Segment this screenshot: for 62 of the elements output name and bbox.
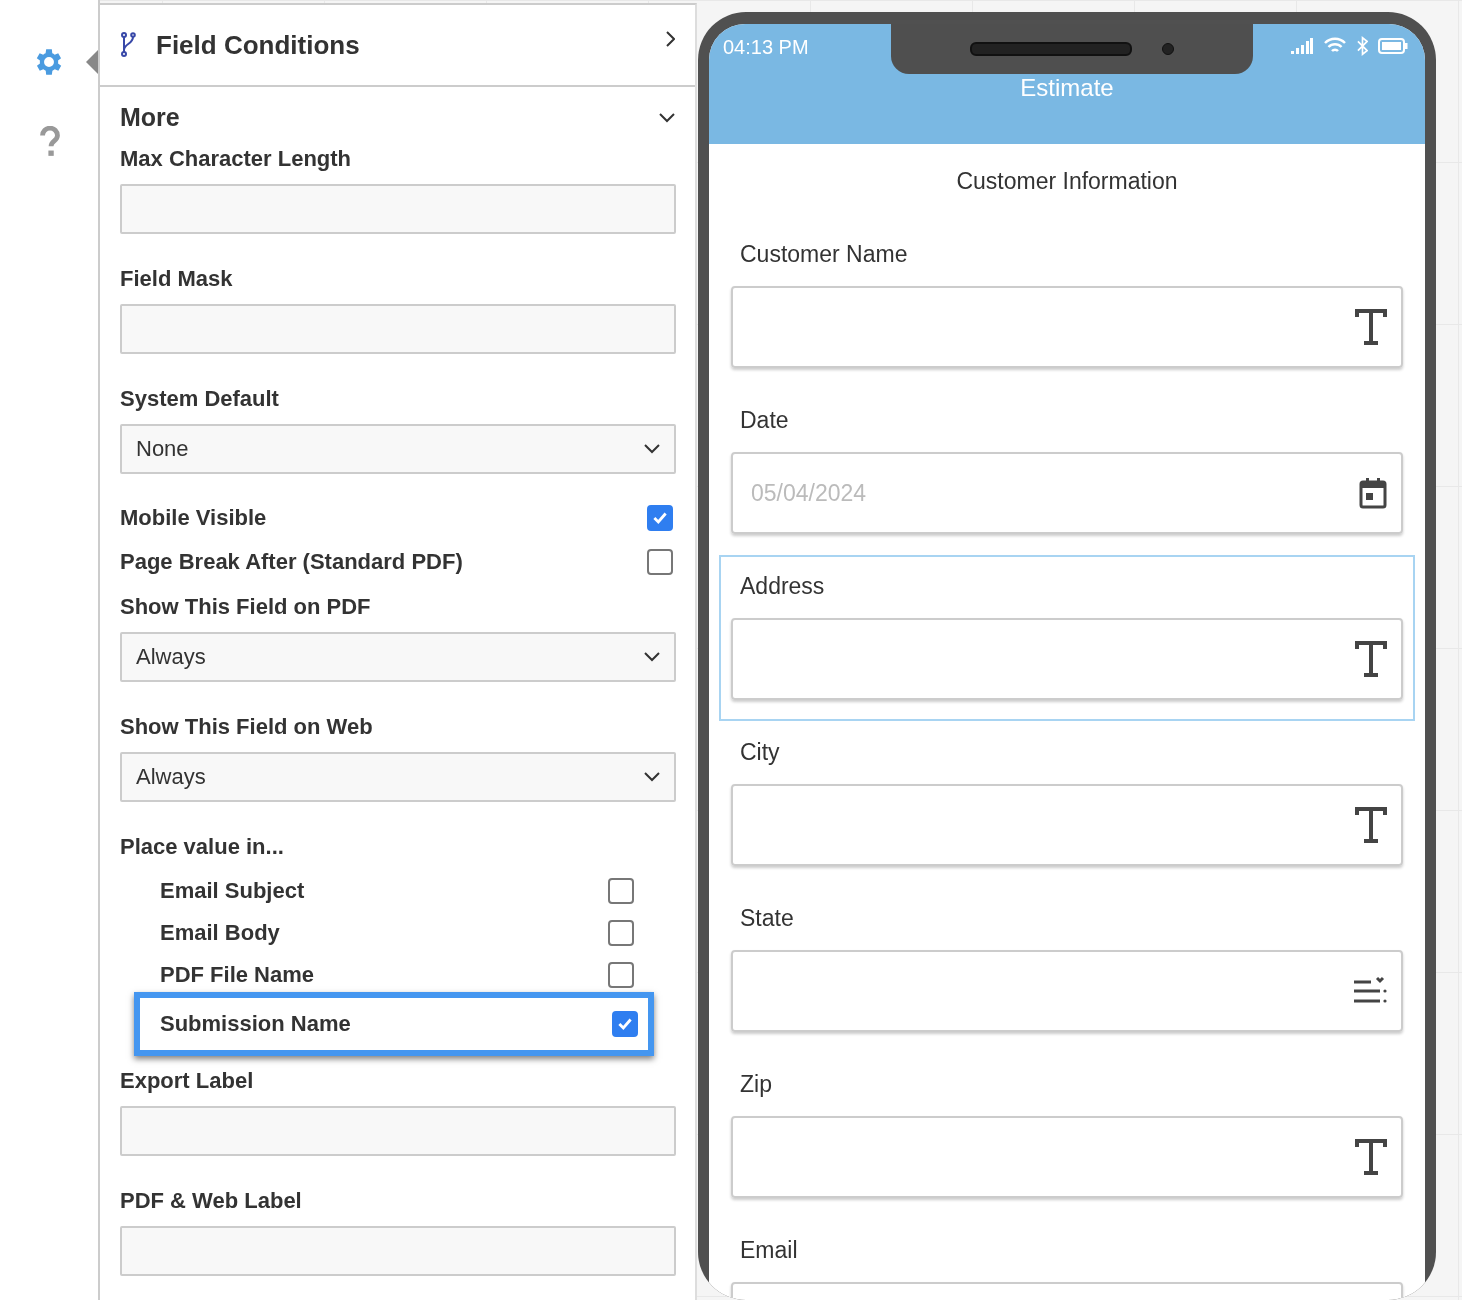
input-field[interactable] — [731, 286, 1403, 368]
setting-label: Place value in... — [120, 834, 285, 860]
text-type-icon — [1355, 807, 1387, 843]
battery-icon — [1378, 38, 1408, 54]
selected-field-frame[interactable]: Address — [719, 555, 1415, 721]
text-type-icon — [1355, 1139, 1387, 1175]
setting-label: Max Character Length — [120, 146, 353, 172]
chevron-down-icon — [644, 652, 660, 662]
bluetooth-icon — [1357, 36, 1368, 56]
setting-label: Show This Field on Web — [120, 714, 374, 740]
input-field[interactable] — [120, 184, 676, 234]
setting-label: Field Mask — [120, 266, 234, 292]
setting-label: Mobile Visible — [120, 505, 267, 531]
field-label: Customer Name — [739, 241, 909, 268]
input-field[interactable] — [731, 618, 1403, 700]
checkbox[interactable] — [608, 878, 634, 904]
option-label: PDF File Name — [160, 962, 315, 988]
input-field[interactable] — [120, 1226, 676, 1276]
text-type-icon — [1355, 309, 1387, 345]
field-label: Date — [739, 407, 790, 434]
chevron-down-icon — [644, 444, 660, 454]
more-section-header[interactable]: More — [100, 87, 695, 132]
chevron-down-icon — [659, 112, 675, 123]
help-icon[interactable] — [39, 126, 61, 158]
text-type-icon — [1355, 641, 1387, 677]
field-label: Zip — [739, 1071, 773, 1098]
screen-title: Estimate — [1019, 74, 1115, 102]
input-field[interactable] — [120, 304, 676, 354]
setting-label: Page Break After (Standard PDF) — [120, 549, 463, 575]
dropdown[interactable]: None — [120, 424, 676, 474]
input-field[interactable] — [120, 1106, 676, 1156]
checkbox[interactable] — [647, 505, 673, 531]
option-label: Submission Name — [160, 1011, 351, 1037]
option-label: Email Subject — [160, 878, 305, 904]
chevron-down-icon — [644, 772, 660, 782]
field-label: City — [739, 739, 781, 766]
checkbox[interactable] — [647, 549, 673, 575]
input-field[interactable] — [731, 784, 1403, 866]
checkbox[interactable] — [612, 1011, 638, 1037]
chevron-right-icon — [665, 31, 675, 47]
input-field[interactable] — [731, 950, 1403, 1032]
option-label: Email Body — [160, 920, 280, 946]
branch-icon — [120, 32, 136, 58]
status-time: 04:13 PM — [722, 35, 810, 59]
dropdown[interactable]: Always — [120, 632, 676, 682]
field-conditions-row[interactable]: Field Conditions — [100, 5, 695, 87]
signal-icon — [1291, 38, 1313, 54]
field-label: Email — [739, 1237, 799, 1264]
dropdown[interactable]: Always — [120, 752, 676, 802]
section-heading: Customer Information — [955, 167, 1179, 196]
input-field[interactable] — [731, 1116, 1403, 1198]
field-label: State — [739, 905, 795, 932]
checkbox[interactable] — [608, 962, 634, 988]
pointer-icon — [86, 50, 98, 74]
setting-label: System Default — [120, 386, 280, 412]
calendar-icon — [1359, 477, 1387, 509]
list-select-icon — [1353, 976, 1387, 1006]
setting-label: PDF & Web Label — [120, 1188, 303, 1214]
setting-label: Show This Field on PDF — [120, 594, 372, 620]
setting-label: Export Label — [120, 1068, 255, 1094]
checkbox[interactable] — [608, 920, 634, 946]
field-label: Address — [739, 573, 826, 600]
